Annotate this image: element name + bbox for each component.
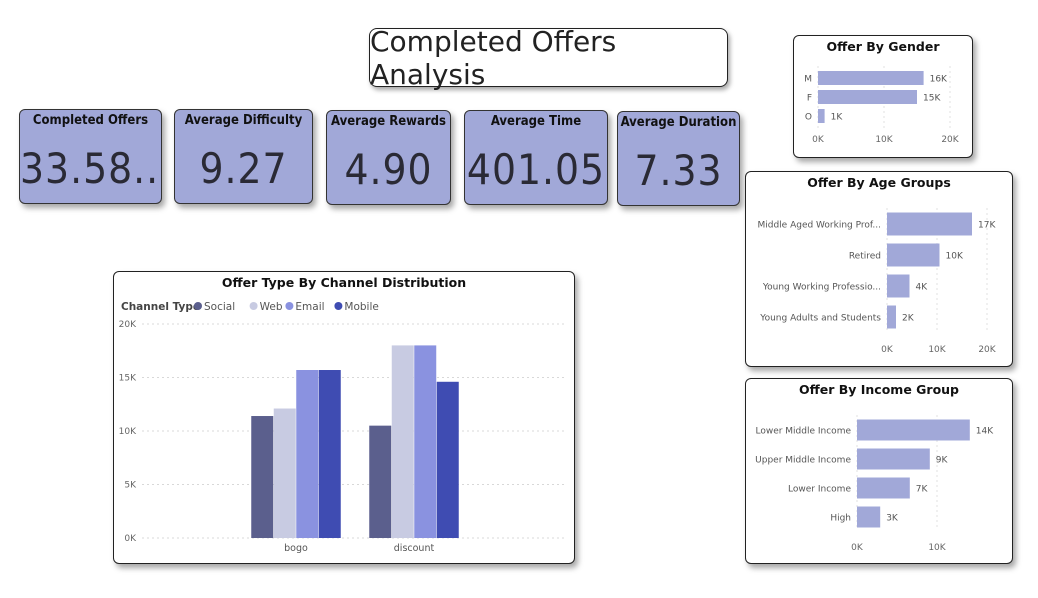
y-tick-label: 10K <box>119 427 137 437</box>
kpi-value: 9.27 <box>199 144 288 193</box>
data-label: 2K <box>902 314 915 324</box>
kpi-card-completed-offers[interactable]: Completed Offers 33.58... <box>19 109 162 204</box>
bar-3 <box>857 506 881 528</box>
category-label: Middle Aged Working Prof... <box>757 221 881 231</box>
age-groups-panel: Offer By Age Groups 0K 10K 20K Middle Aged W… <box>745 171 1013 367</box>
kpi-value: 4.90 <box>344 145 433 194</box>
bar-discount-web <box>391 345 414 538</box>
bar-1 <box>857 448 930 470</box>
x-tick-label: 10K <box>875 135 893 145</box>
chart-title: Offer Type By Channel Distribution <box>222 275 466 290</box>
bar-2 <box>857 477 910 499</box>
legend-label-web: Web <box>260 301 283 313</box>
category-label: Retired <box>849 252 881 262</box>
kpi-label: Average Rewards <box>331 114 446 129</box>
data-label: 7K <box>916 485 929 495</box>
bar-0 <box>818 71 924 85</box>
category-label: Young Adults and Students <box>759 314 881 324</box>
gender-panel: Offer By Gender 0K 10K 20K M 16K F 15K O 1K <box>793 35 973 158</box>
data-label: 16K <box>930 75 948 85</box>
x-tick-label: bogo <box>284 543 308 554</box>
bar-2 <box>887 274 910 298</box>
data-label: 9K <box>936 456 949 466</box>
age-groups-chart: Offer By Age Groups 0K 10K 20K Middle Aged W… <box>757 175 996 355</box>
legend-swatch-social <box>194 302 202 310</box>
kpi-card-average-time[interactable]: Average Time 401.05 <box>464 110 608 205</box>
legend-title: Channel Type <box>121 301 200 313</box>
y-tick-label: 0K <box>124 534 137 544</box>
category-label: Lower Middle Income <box>755 427 851 437</box>
category-label: M <box>804 75 812 85</box>
bar-bogo-social <box>251 416 274 538</box>
legend-swatch-mobile <box>334 302 343 310</box>
category-label: Lower Income <box>788 485 851 495</box>
x-tick-label: 0K <box>812 135 825 145</box>
legend-swatch-web <box>249 302 258 310</box>
legend-label-mobile: Mobile <box>344 301 378 313</box>
legend-label-email: Email <box>295 301 324 313</box>
kpi-value: 401.05 <box>466 145 606 194</box>
kpi-label: Average Time <box>490 114 582 129</box>
kpi-value: 7.33 <box>634 146 723 195</box>
kpi-card-average-rewards[interactable]: Average Rewards 4.90 <box>326 110 451 205</box>
bar-bogo-web <box>273 408 296 538</box>
bar-discount-mobile <box>436 381 459 538</box>
kpi-card-average-duration[interactable]: Average Duration 7.33 <box>617 111 740 206</box>
legend-label-social: Social <box>204 301 235 313</box>
page-title: Completed Offers Analysis <box>369 25 728 91</box>
kpi-label: Average Duration <box>620 115 737 130</box>
income-group-panel: Offer By Income Group 0K 10K Lower Middle I… <box>745 378 1013 564</box>
bar-discount-social <box>369 425 392 538</box>
bar-1 <box>887 243 940 267</box>
legend-swatch-email <box>285 302 294 310</box>
chart-title: Offer By Income Group <box>799 382 959 397</box>
x-tick-label: 20K <box>978 345 996 355</box>
category-label: Upper Middle Income <box>755 456 851 466</box>
income-group-chart: Offer By Income Group 0K 10K Lower Middle I… <box>755 382 994 553</box>
data-label: 14K <box>976 427 994 437</box>
channel-distribution-chart: Offer Type By Channel Distribution Channe… <box>119 275 566 554</box>
x-tick-label: 20K <box>941 135 959 145</box>
data-label: 10K <box>946 252 964 262</box>
bar-3 <box>887 305 896 329</box>
kpi-card-average-difficulty[interactable]: Average Difficulty 9.27 <box>174 109 313 204</box>
bar-bogo-mobile <box>318 370 341 538</box>
category-label: High <box>830 514 851 524</box>
bar-0 <box>887 212 972 236</box>
x-tick-label: discount <box>394 543 435 554</box>
y-tick-label: 15K <box>119 374 137 384</box>
kpi-value: 33.58... <box>20 144 161 193</box>
category-label: Young Working Professio... <box>762 283 881 293</box>
data-label: 4K <box>916 283 929 293</box>
chart-title: Offer By Gender <box>826 39 940 54</box>
x-tick-label: 10K <box>928 543 946 553</box>
bar-discount-email <box>414 345 437 538</box>
data-label: 15K <box>923 94 941 104</box>
channel-distribution-panel: Offer Type By Channel Distribution Channe… <box>113 271 575 564</box>
kpi-label: Average Difficulty <box>184 113 303 128</box>
chart-title: Offer By Age Groups <box>807 175 951 190</box>
y-tick-label: 20K <box>119 320 137 330</box>
x-tick-label: 0K <box>881 345 894 355</box>
category-label: O <box>805 113 812 123</box>
y-tick-label: 5K <box>124 481 137 491</box>
bar-2 <box>818 109 825 123</box>
bar-0 <box>857 419 970 441</box>
kpi-label: Completed Offers <box>32 113 149 128</box>
category-label: F <box>807 94 812 104</box>
data-label: 17K <box>978 221 996 231</box>
bar-bogo-email <box>296 370 319 538</box>
data-label: 3K <box>886 514 899 524</box>
gender-chart: Offer By Gender 0K 10K 20K M 16K F 15K O 1K <box>804 39 960 145</box>
bar-1 <box>818 90 917 104</box>
x-tick-label: 0K <box>851 543 864 553</box>
data-label: 1K <box>831 113 844 123</box>
x-tick-label: 10K <box>928 345 946 355</box>
